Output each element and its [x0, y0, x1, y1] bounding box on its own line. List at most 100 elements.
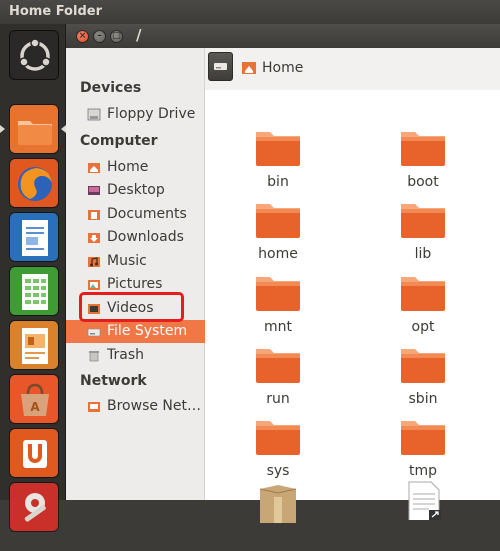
calc-launcher-button[interactable] [9, 266, 59, 316]
folder-icon [256, 421, 300, 455]
file-label: run [266, 391, 290, 407]
file-label: mnt [264, 319, 292, 335]
sidebar-item-floppy-drive[interactable]: Floppy Drive [66, 103, 205, 126]
writer-launcher-button[interactable] [9, 212, 59, 262]
sidebar-item-file-system[interactable]: File System [66, 320, 205, 343]
file-item-package[interactable] [238, 483, 318, 551]
file-label: opt [411, 319, 435, 335]
settings-icon [10, 483, 58, 531]
folder-icon [401, 349, 445, 383]
shopping-bag-icon: A [10, 375, 58, 423]
ubuntu-one-icon [10, 429, 58, 477]
folder-icon [401, 132, 445, 166]
folder-item-tmp[interactable]: tmp [383, 417, 463, 485]
ubuntu-one-launcher-button[interactable] [9, 428, 59, 478]
minimize-icon: – [97, 31, 102, 41]
sidebar-item-home[interactable]: Home [66, 156, 205, 179]
drive-icon [87, 328, 101, 337]
sidebar-item-music[interactable]: Music [66, 250, 205, 273]
pictures-icon [88, 280, 100, 290]
folder-item-bin[interactable]: bin [238, 128, 318, 196]
folder-item-sbin[interactable]: sbin [383, 345, 463, 413]
calc-icon [10, 267, 58, 315]
sidebar-item-browse-network[interactable]: Browse Net… [66, 395, 205, 418]
devices-header: Devices [80, 80, 142, 96]
sidebar-item-label: File System [107, 323, 188, 339]
folder-item-home[interactable]: home [238, 200, 318, 268]
maximize-icon: □ [112, 31, 121, 41]
impress-launcher-button[interactable] [9, 320, 59, 370]
running-indicator [0, 125, 5, 133]
home-folder-icon [242, 62, 256, 74]
sidebar-item-trash[interactable]: Trash [66, 344, 205, 367]
downloads-icon [88, 233, 100, 243]
sidebar-item-label: Music [107, 253, 147, 269]
file-label: bin [267, 174, 289, 190]
folder-item-sys[interactable]: sys [238, 417, 318, 485]
symlink-document-icon [408, 481, 441, 520]
close-button[interactable]: × [76, 30, 89, 43]
sidebar-item-label: Trash [107, 347, 144, 363]
folder-item-run[interactable]: run [238, 345, 318, 413]
window-title: Home Folder [9, 4, 102, 19]
highlight-outline [79, 292, 184, 322]
impress-icon [10, 321, 58, 369]
package-icon [259, 485, 297, 523]
folder-item-opt[interactable]: opt [383, 273, 463, 341]
dash-home-button[interactable] [9, 30, 59, 80]
file-item-symlink-document[interactable] [383, 480, 463, 548]
software-center-launcher-button[interactable]: A [9, 374, 59, 424]
files-launcher-button[interactable] [9, 104, 59, 154]
home-icon [88, 163, 100, 173]
sidebar-item-label: Home [107, 159, 149, 175]
svg-text:A: A [30, 400, 40, 414]
sidebar-item-label: Desktop [107, 182, 165, 198]
sidebar-item-desktop[interactable]: Desktop [66, 179, 205, 202]
sidebar-item-label: Floppy Drive [107, 106, 196, 122]
folder-item-boot[interactable]: boot [383, 128, 463, 196]
places-sidebar: Devices Floppy Drive Computer Home Deskt… [66, 48, 205, 500]
folder-icon [10, 105, 58, 153]
sidebar-item-documents[interactable]: Documents [66, 203, 205, 226]
settings-launcher-button[interactable] [9, 482, 59, 532]
folder-icon [401, 204, 445, 238]
file-manager-window: × – □ / Devices Floppy Drive Computer Ho… [66, 24, 500, 523]
floppy-icon [87, 108, 101, 121]
file-grid: bin boot home lib mnt opt run sbin sys t… [205, 90, 500, 523]
folder-icon [256, 204, 300, 238]
desktop-icon [88, 186, 100, 195]
file-label: home [258, 246, 298, 262]
computer-header: Computer [80, 133, 158, 149]
file-label: boot [407, 174, 439, 190]
location-title: / [136, 26, 142, 44]
path-root-button[interactable] [208, 52, 233, 81]
file-label: tmp [408, 463, 437, 479]
top-panel: Home Folder [0, 0, 500, 24]
window-titlebar: × – □ / [66, 24, 500, 48]
network-icon [88, 402, 100, 412]
documents-icon [88, 210, 100, 220]
file-label: sbin [408, 391, 438, 407]
trash-icon [89, 351, 99, 362]
sidebar-item-label: Documents [107, 206, 187, 222]
maximize-button[interactable]: □ [110, 30, 123, 43]
minimize-button[interactable]: – [93, 30, 106, 43]
firefox-launcher-button[interactable] [9, 158, 59, 208]
folder-icon [401, 277, 445, 311]
close-icon: × [78, 31, 87, 41]
folder-icon [256, 349, 300, 383]
network-header: Network [80, 373, 147, 389]
firefox-icon [10, 159, 58, 207]
folder-icon [401, 421, 445, 455]
writer-icon [10, 213, 58, 261]
sidebar-item-downloads[interactable]: Downloads [66, 226, 205, 249]
folder-item-lib[interactable]: lib [383, 200, 463, 268]
folder-item-mnt[interactable]: mnt [238, 273, 318, 341]
path-bar: Home [205, 48, 500, 90]
folder-icon [256, 132, 300, 166]
path-home-label: Home [262, 60, 304, 76]
ubuntu-logo-icon [10, 31, 58, 79]
file-label: sys [266, 463, 290, 479]
file-label: lib [414, 246, 432, 262]
sidebar-item-label: Downloads [107, 229, 184, 245]
